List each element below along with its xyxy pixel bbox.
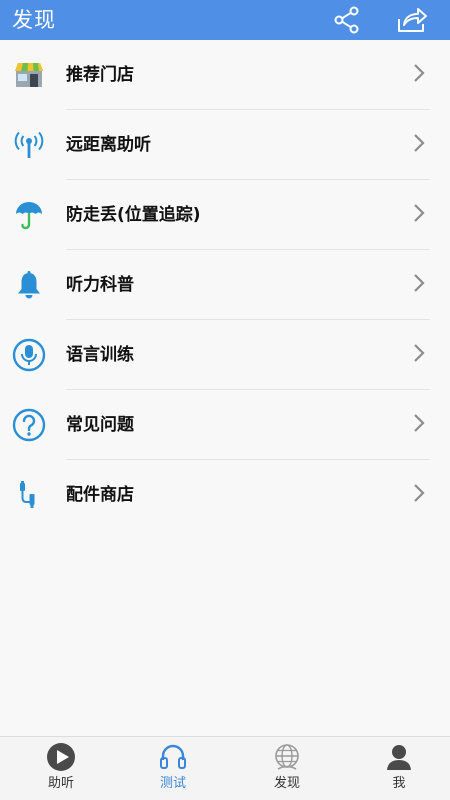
share-button[interactable] (329, 2, 365, 38)
menu-item-anti-lost[interactable]: 防走丢(位置追踪) (0, 180, 450, 250)
tab-label: 测试 (159, 776, 186, 791)
chevron-right-icon (414, 64, 425, 82)
play-icon (45, 741, 77, 773)
page-title: 发现 (12, 8, 56, 32)
menu-item-label: 听力科普 (66, 275, 134, 295)
tab-test[interactable]: 测试 (128, 741, 218, 799)
menu-item-label: 远距离助听 (66, 135, 151, 155)
chevron-right-icon (414, 414, 425, 432)
umbrella-icon (12, 199, 46, 231)
headphones-icon (157, 741, 189, 773)
chevron-right-icon (414, 274, 425, 292)
menu-item-remote-hearing[interactable]: 远距离助听 (0, 110, 450, 180)
chevron-right-icon (414, 204, 425, 222)
header-bar: 发现 (0, 0, 450, 40)
menu-item-faq[interactable]: 常见问题 (0, 390, 450, 460)
chevron-right-icon (414, 134, 425, 152)
menu-item-language-training[interactable]: 语言训练 (0, 320, 450, 390)
tab-label: 发现 (273, 776, 300, 791)
menu-item-label: 防走丢(位置追踪) (66, 205, 201, 225)
share-icon (334, 6, 359, 34)
question-icon (12, 408, 46, 442)
tab-label: 助听 (47, 776, 74, 791)
menu-item-label: 推荐门店 (66, 65, 134, 85)
user-icon (383, 741, 415, 773)
tab-discover[interactable]: 发现 (242, 741, 332, 799)
microphone-icon (12, 338, 46, 372)
forward-button[interactable] (394, 2, 430, 38)
menu-item-label: 语言训练 (66, 345, 134, 365)
menu-item-accessory-store[interactable]: 配件商店 (0, 460, 450, 530)
tab-me[interactable]: 我 (354, 741, 444, 799)
bottom-nav: 助听 测试 发现 我 (0, 736, 450, 800)
chevron-right-icon (414, 484, 425, 502)
menu-item-label: 配件商店 (66, 485, 134, 505)
discover-screen: 发现 推荐门店 远距离助听 防走丢(位置追踪) 听力科普 语言训练 常见问题 配… (0, 0, 450, 800)
discover-menu-list: 推荐门店 远距离助听 防走丢(位置追踪) 听力科普 语言训练 常见问题 配件商店 (0, 40, 450, 530)
menu-item-hearing-science[interactable]: 听力科普 (0, 250, 450, 320)
tab-hearing-aid[interactable]: 助听 (16, 741, 106, 799)
globe-icon (271, 741, 303, 773)
menu-item-label: 常见问题 (66, 415, 134, 435)
storefront-icon (12, 59, 46, 91)
bell-icon (12, 269, 46, 301)
chevron-right-icon (414, 344, 425, 362)
forward-icon (398, 8, 427, 32)
menu-item-recommended-stores[interactable]: 推荐门店 (0, 40, 450, 110)
cable-icon (12, 479, 46, 511)
antenna-icon (12, 129, 46, 161)
tab-label: 我 (392, 776, 406, 791)
